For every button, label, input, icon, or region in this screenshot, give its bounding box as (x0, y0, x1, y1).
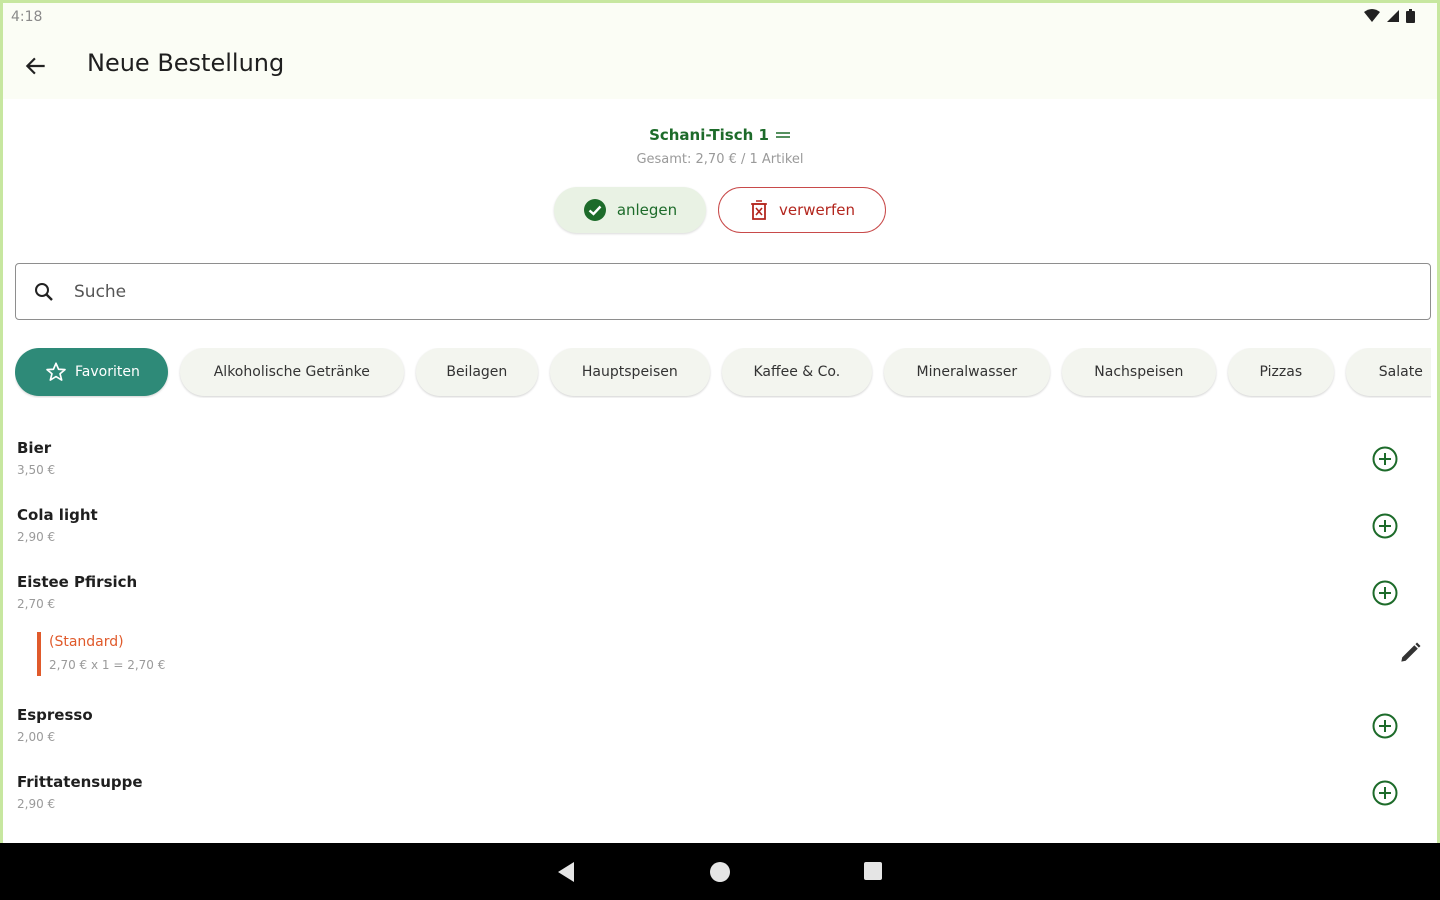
table-name[interactable]: Schani-Tisch 1 (649, 126, 791, 144)
create-order-button[interactable]: anlegen (554, 187, 706, 233)
star-icon (46, 362, 66, 381)
product-name: Bier (17, 439, 52, 457)
status-bar: 4:18 (3, 3, 1437, 33)
category-chips: Favoriten Alkoholische Getränke Beilagen… (15, 348, 1431, 398)
order-header: Schani-Tisch 1 Gesamt: 2,70 € / 1 Artike… (3, 125, 1437, 167)
chip-label: Favoriten (75, 364, 140, 380)
app-bar: Neue Bestellung (3, 33, 1437, 99)
status-time: 4:18 (11, 9, 43, 25)
nav-recents-icon[interactable] (864, 862, 882, 880)
list-item[interactable]: Bier 3,50 € (3, 425, 1437, 492)
order-line-marker (37, 632, 41, 676)
discard-order-button[interactable]: verwerfen (718, 187, 886, 233)
product-name: Eistee Pfirsich (17, 573, 138, 591)
chip-favoriten[interactable]: Favoriten (15, 348, 168, 396)
order-line-item[interactable]: (Standard) 2,70 € x 1 = 2,70 € (3, 626, 1437, 692)
chip-label: Alkoholische Getränke (213, 364, 370, 380)
table-name-label: Schani-Tisch 1 (649, 126, 769, 144)
list-item[interactable]: Eistee Pfirsich 2,70 € (3, 559, 1437, 626)
check-circle-icon (583, 199, 606, 221)
back-arrow-icon[interactable] (23, 53, 49, 79)
pencil-icon[interactable] (1397, 640, 1423, 666)
add-circle-icon[interactable] (1371, 445, 1399, 473)
system-icons (1364, 9, 1415, 23)
order-actions: anlegen verwerfen (3, 187, 1437, 233)
product-name: Cola light (17, 506, 98, 524)
order-line-variant: (Standard) (49, 634, 124, 650)
add-circle-icon[interactable] (1371, 512, 1399, 540)
list-item[interactable]: Espresso 2,00 € (3, 692, 1437, 759)
chip-beilagen[interactable]: Beilagen (415, 348, 538, 396)
page-title: Neue Bestellung (87, 49, 285, 77)
chip-label: Beilagen (446, 364, 508, 380)
list-item[interactable]: Cola light 2,90 € (3, 492, 1437, 559)
product-name: Frittatensuppe (17, 773, 143, 791)
nav-home-icon[interactable] (710, 862, 730, 882)
product-price: 3,50 € (17, 463, 56, 477)
product-price: 2,00 € (17, 730, 56, 744)
app-window: 4:18 Neue Bestellung Schani-Tisch 1 Gesa… (0, 0, 1440, 843)
create-order-label: anlegen (616, 201, 678, 219)
product-price: 2,90 € (17, 530, 56, 544)
add-circle-icon[interactable] (1371, 579, 1399, 607)
search-icon (35, 282, 53, 301)
signal-icon (1387, 10, 1399, 22)
chip-label: Mineralwasser (916, 364, 1018, 380)
chip-label: Kaffee & Co. (753, 364, 841, 380)
chip-mineralwasser[interactable]: Mineralwasser (883, 348, 1050, 396)
wifi-icon (1364, 9, 1380, 22)
swap-icon (775, 132, 790, 138)
chip-label: Pizzas (1259, 364, 1303, 380)
add-circle-icon[interactable] (1371, 779, 1399, 807)
system-nav-bar (0, 843, 1440, 900)
add-circle-icon[interactable] (1371, 712, 1399, 740)
product-price: 2,70 € (17, 597, 56, 611)
list-item[interactable]: Frittatensuppe 2,90 € (3, 759, 1437, 826)
chip-label: Nachspeisen (1094, 364, 1184, 380)
order-summary: Gesamt: 2,70 € / 1 Artikel (636, 152, 804, 167)
discard-order-label: verwerfen (779, 201, 855, 219)
nav-back-icon[interactable] (556, 861, 576, 883)
product-price: 2,90 € (17, 797, 56, 811)
order-line-detail: 2,70 € x 1 = 2,70 € (49, 658, 166, 672)
chip-alkoholische-getraenke[interactable]: Alkoholische Getränke (179, 348, 404, 396)
chip-salate[interactable]: Salate (1345, 348, 1431, 396)
trash-icon (751, 200, 768, 220)
battery-icon (1406, 9, 1415, 23)
product-list: Bier 3,50 € Cola light 2,90 € Eistee Pfi… (3, 425, 1437, 826)
product-name: Espresso (17, 706, 93, 724)
chip-hauptspeisen[interactable]: Hauptspeisen (549, 348, 710, 396)
chip-label: Hauptspeisen (581, 364, 678, 380)
chip-nachspeisen[interactable]: Nachspeisen (1061, 348, 1216, 396)
chip-label: Salate (1378, 364, 1423, 380)
chip-kaffee-co[interactable]: Kaffee & Co. (721, 348, 872, 396)
search-input[interactable] (72, 280, 1376, 303)
search-field[interactable] (15, 263, 1431, 320)
chip-pizzas[interactable]: Pizzas (1227, 348, 1334, 396)
